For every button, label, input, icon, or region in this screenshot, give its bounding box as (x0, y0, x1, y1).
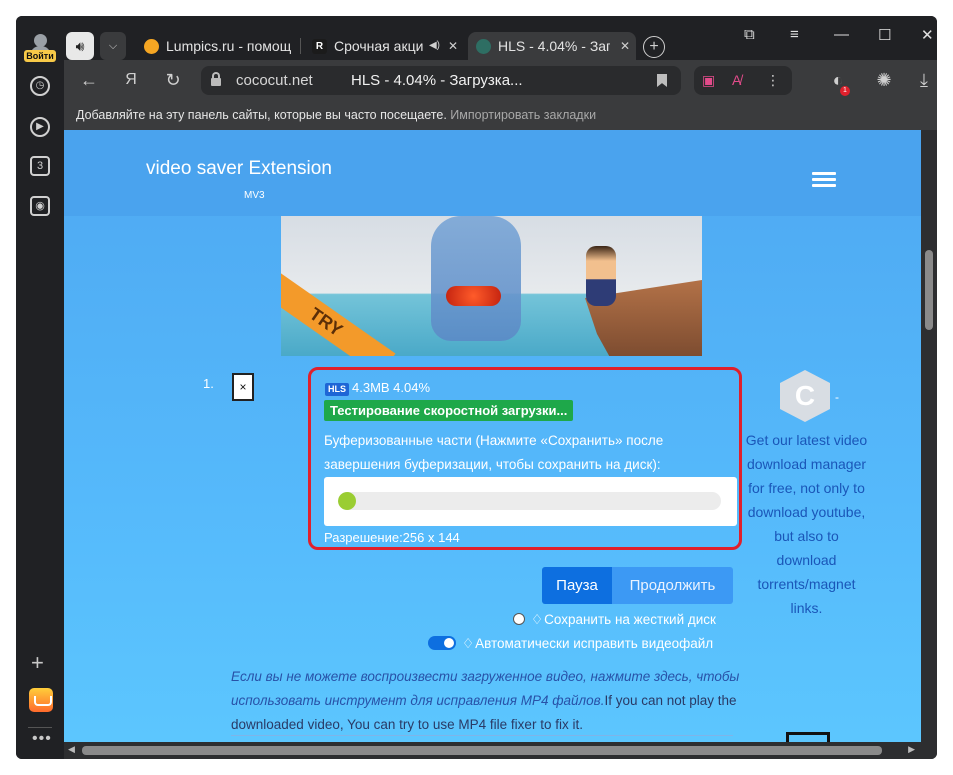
tab-title: Срочная акци (334, 38, 424, 54)
import-bookmarks-link[interactable]: Импортировать закладки (450, 108, 596, 122)
page-tools: ▣ A̸ ⋮ (694, 66, 792, 95)
tab-title: HLS - 4.04% - Загр (498, 38, 610, 54)
toolbar: ← Я ↻ cococut.net HLS - 4.04% - Загрузка… (64, 60, 937, 100)
browser-window: Войти ◷ ▶ 3 ◉ + ••• 🔊︎ ⌵ Lumpics.ru - по… (16, 16, 937, 759)
maximize-button[interactable]: ☐ (878, 26, 891, 44)
progress-box (324, 477, 737, 526)
save-to-disk-option[interactable]: ♢Сохранить на жесткий диск (513, 612, 716, 628)
promo-favicon-icon: R (312, 39, 327, 54)
address-domain: cococut.net (236, 72, 313, 89)
site-header: video saver Extension MV3 (64, 130, 921, 216)
login-button[interactable]: Войти (24, 32, 56, 62)
horizontal-scrollbar[interactable]: ◀ ▶ (64, 742, 937, 759)
try-ribbon: TRY (281, 267, 396, 356)
back-icon[interactable]: ← (78, 66, 100, 94)
login-label: Войти (24, 50, 56, 62)
close-icon[interactable]: ✕ (448, 32, 458, 60)
autofix-option[interactable]: ♢Автоматически исправить видеофайл (428, 636, 713, 652)
address-bar[interactable]: cococut.net HLS - 4.04% - Загрузка... (201, 66, 681, 95)
video-thumbnail: TRY (281, 216, 702, 356)
vpn-icon[interactable]: ✺ (872, 66, 896, 94)
translate-icon[interactable]: A̸ (732, 66, 741, 95)
menu-icon[interactable]: ≡ (790, 26, 799, 43)
tab-separator (300, 38, 301, 54)
bookmark-icon[interactable] (657, 74, 667, 87)
speaker-icon[interactable]: 🔊︎ (66, 32, 94, 60)
remove-item-button[interactable]: × (232, 373, 254, 401)
resolution-label: Разрешение:256 x 144 (324, 530, 460, 545)
hamburger-menu-icon[interactable] (812, 172, 836, 188)
scroll-left-icon[interactable]: ◀ (68, 744, 75, 755)
save-to-disk-radio[interactable] (513, 613, 525, 625)
chevron-down-icon[interactable]: ⌵ (100, 32, 126, 60)
buffer-description: Буферизованные части (Нажмите «Сохранить… (324, 433, 664, 472)
logo-dash: - (835, 390, 839, 404)
tab-promo[interactable]: R Срочная акци ◀) ✕ (304, 32, 464, 60)
scrollbar-thumb[interactable] (82, 746, 882, 755)
close-window-button[interactable]: ✕ (921, 26, 934, 44)
cococut-favicon-icon (476, 39, 491, 54)
close-icon[interactable]: ✕ (620, 32, 630, 60)
vertical-scrollbar[interactable] (921, 130, 937, 742)
side-ad-link[interactable]: Get our latest video download manager fo… (744, 428, 869, 620)
reload-icon[interactable]: ↻ (162, 66, 184, 94)
collections-icon[interactable]: ⧉ (744, 26, 755, 43)
pause-button[interactable]: Пауза (542, 567, 612, 604)
player-icon[interactable]: ▶ (30, 117, 50, 137)
status-badge: Тестирование скоростной загрузки... (324, 400, 574, 421)
tab-hls-active[interactable]: HLS - 4.04% - Загр ✕ (468, 32, 636, 60)
download-meta: 4.3MB 4.04% (352, 380, 431, 395)
fix-note: Если вы не можете воспроизвести загружен… (231, 665, 741, 737)
tab-lumpics[interactable]: Lumpics.ru - помощ (136, 32, 296, 60)
tab-title: Lumpics.ru - помощ (166, 38, 292, 54)
diamond-icon: ♢ (462, 636, 475, 651)
lumpics-favicon-icon (144, 39, 159, 54)
yandex-icon[interactable]: Я (120, 66, 142, 94)
hls-badge: HLS (325, 383, 349, 396)
autofix-toggle[interactable] (428, 636, 456, 650)
app-logo-icon[interactable]: C (780, 370, 830, 422)
browser-sidebar: Войти ◷ ▶ 3 ◉ + ••• (16, 16, 64, 759)
tab-count-icon[interactable]: 3 (30, 156, 50, 176)
item-index: 1. (203, 376, 214, 391)
download-icon[interactable]: ⤓ (914, 66, 934, 94)
chat-icon[interactable]: ▣ (702, 66, 715, 95)
more-vertical-icon[interactable]: ⋮ (766, 66, 780, 95)
site-brand[interactable]: video saver Extension (146, 158, 332, 180)
page-viewport: video saver Extension MV3 TRY 1. × HLS 4… (64, 130, 937, 742)
mail-app-icon[interactable] (29, 688, 53, 712)
new-tab-button[interactable]: + (643, 36, 665, 58)
page: video saver Extension MV3 TRY 1. × HLS 4… (64, 130, 921, 742)
scrollbar-thumb[interactable] (925, 250, 933, 330)
scroll-right-icon[interactable]: ▶ (908, 744, 915, 755)
bookmarks-hint: Добавляйте на эту панель сайты, которые … (76, 108, 447, 122)
sidebar-divider (28, 727, 52, 728)
diamond-icon: ♢ (531, 612, 544, 627)
divider (231, 735, 733, 736)
history-icon[interactable]: ◷ (30, 76, 50, 96)
speaker-icon[interactable]: ◀) (429, 32, 440, 60)
tab-strip: 🔊︎ ⌵ Lumpics.ru - помощ R Срочная акци ◀… (64, 16, 937, 60)
progress-fill (338, 492, 356, 510)
site-brand-sub: MV3 (244, 190, 265, 201)
address-page-title: HLS - 4.04% - Загрузка... (351, 72, 523, 89)
add-panel-icon[interactable]: + (31, 650, 44, 676)
lock-icon (211, 72, 221, 86)
progress-track (338, 492, 721, 510)
minimize-button[interactable]: — (834, 26, 849, 43)
notification-badge: 1 (840, 86, 850, 96)
more-icon[interactable]: ••• (32, 730, 52, 748)
screenshot-icon[interactable]: ◉ (30, 196, 50, 216)
download-card: HLS 4.3MB 4.04% Тестирование скоростной … (308, 367, 742, 550)
download-box-icon[interactable] (786, 732, 830, 742)
bookmarks-bar: Добавляйте на эту панель сайты, которые … (64, 100, 937, 130)
continue-button[interactable]: Продолжить (612, 567, 733, 604)
